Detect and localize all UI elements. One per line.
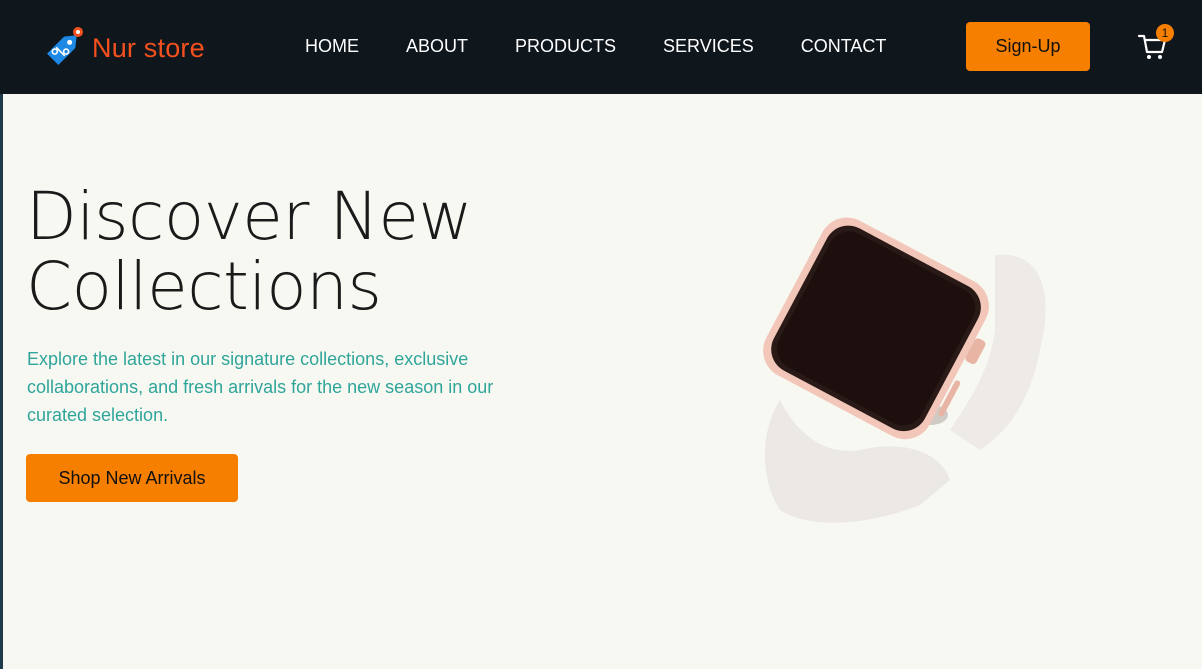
main-nav: HOME ABOUT PRODUCTS SERVICES CONTACT <box>305 36 886 57</box>
hero-title-line2: Collections <box>26 248 382 325</box>
nav-home[interactable]: HOME <box>305 36 359 57</box>
hero-title-line1: Discover New <box>26 178 472 255</box>
page-left-border <box>0 0 3 669</box>
price-tag-icon <box>47 27 83 65</box>
smartwatch-image <box>763 217 1046 523</box>
nav-about[interactable]: ABOUT <box>406 36 468 57</box>
site-header: Nur store HOME ABOUT PRODUCTS SERVICES C… <box>0 0 1202 94</box>
nav-contact[interactable]: CONTACT <box>801 36 887 57</box>
signup-button[interactable]: Sign-Up <box>966 22 1090 71</box>
cart-count-badge: 1 <box>1156 24 1174 42</box>
logo[interactable]: Nur store <box>38 22 205 74</box>
hero-description: Explore the latest in our signature coll… <box>27 349 494 425</box>
shop-new-arrivals-button[interactable]: Shop New Arrivals <box>26 454 238 502</box>
hero-title: Discover New Collections <box>26 182 586 322</box>
logo-text: Nur store <box>92 32 205 63</box>
nav-products[interactable]: PRODUCTS <box>515 36 616 57</box>
nav-services[interactable]: SERVICES <box>663 36 754 57</box>
cart-button[interactable]: 1 <box>1136 24 1174 62</box>
